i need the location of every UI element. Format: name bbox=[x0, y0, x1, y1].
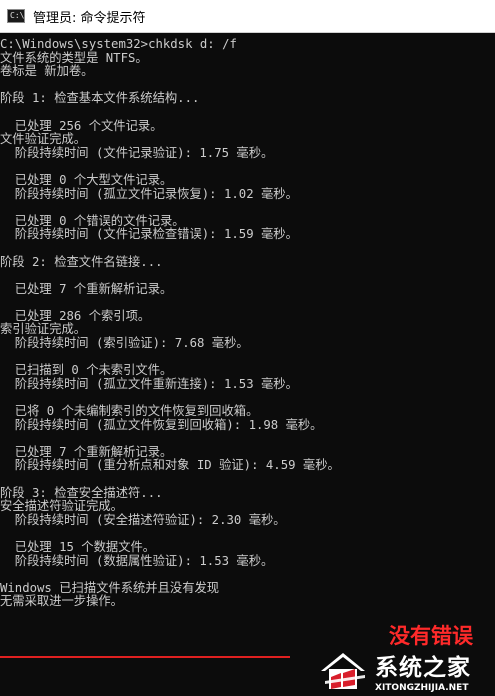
console-line: 已扫描到 0 个未索引文件。 bbox=[0, 363, 173, 378]
watermark: 系统之家 XITONGZHIJIA.NET bbox=[317, 644, 495, 696]
console-line: 已处理 15 个数据文件。 bbox=[0, 539, 156, 554]
console-line: 已处理 0 个大型文件记录。 bbox=[0, 172, 173, 187]
console-line: 阶段持续时间 (数据属性验证): 1.53 毫秒。 bbox=[0, 553, 274, 568]
console-line: 卷标是 新加卷。 bbox=[0, 64, 94, 79]
title-bar[interactable]: C:\ 管理员: 命令提示符 bbox=[0, 0, 495, 33]
console-line: 阶段持续时间 (索引验证): 7.68 毫秒。 bbox=[0, 336, 249, 351]
console-line: 阶段 2: 检查文件名链接... bbox=[0, 254, 163, 269]
watermark-en: XITONGZHIJIA.NET bbox=[375, 682, 469, 693]
house-logo-icon bbox=[321, 653, 365, 689]
console-output[interactable]: C:\Windows\system32>chkdsk d: /f 文件系统的类型是… bbox=[0, 37, 495, 696]
watermark-cn: 系统之家 bbox=[375, 654, 471, 681]
console-line: 已将 0 个未编制索引的文件恢复到回收箱。 bbox=[0, 404, 259, 419]
console-line: 阶段持续时间 (文件记录验证): 1.75 毫秒。 bbox=[0, 145, 274, 160]
window-title: 管理员: 命令提示符 bbox=[33, 10, 146, 26]
cmd-icon: C:\ bbox=[7, 9, 25, 23]
console-line: 阶段 1: 检查基本文件系统结构... bbox=[0, 91, 200, 106]
console-line: 阶段持续时间 (孤立文件恢复到回收箱): 1.98 毫秒。 bbox=[0, 417, 323, 432]
console-line: 阶段持续时间 (文件记录检查错误): 1.59 毫秒。 bbox=[0, 227, 298, 242]
console-line: 阶段持续时间 (孤立文件重新连接): 1.53 毫秒。 bbox=[0, 376, 298, 391]
console-line: 文件验证完成。 bbox=[0, 132, 87, 147]
console-line: 已处理 7 个重新解析记录。 bbox=[0, 281, 173, 296]
console-line: C:\Windows\system32>chkdsk d: /f bbox=[0, 37, 237, 51]
console-line: 安全描述符验证完成。 bbox=[0, 499, 123, 514]
console-line: 阶段持续时间 (重分析点和对象 ID 验证): 4.59 毫秒。 bbox=[0, 458, 340, 473]
console-line: 无需采取进一步操作。 bbox=[0, 594, 123, 609]
result-highlight-box bbox=[0, 656, 290, 692]
console-line: 阶段持续时间 (孤立文件记录恢复): 1.02 毫秒。 bbox=[0, 186, 298, 201]
console-line: 阶段持续时间 (安全描述符验证): 2.30 毫秒。 bbox=[0, 512, 286, 527]
